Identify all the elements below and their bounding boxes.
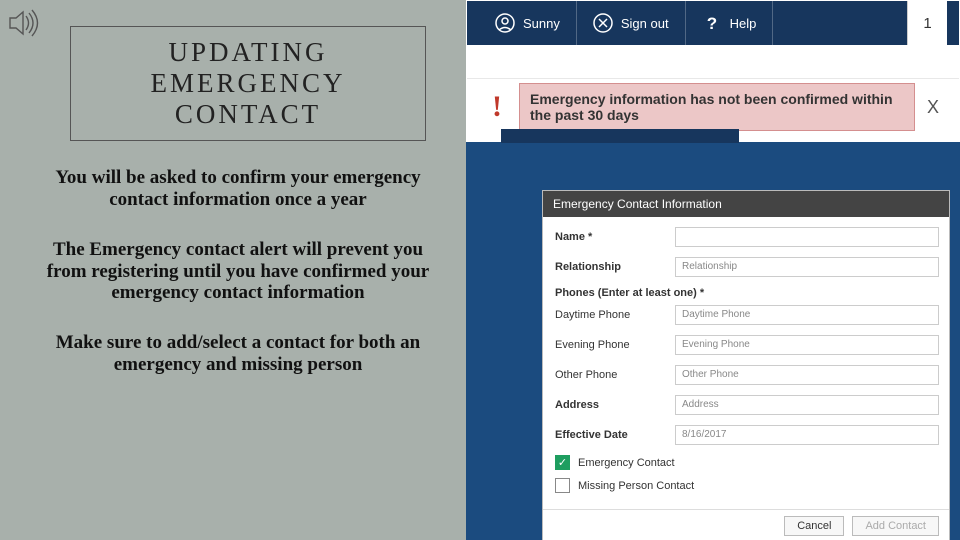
right-panel: Sunny Sign out ? Help 1 <box>466 0 960 540</box>
label-other: Other Phone <box>555 369 675 381</box>
slide-title-box: UPDATING EMERGENCY CONTACT <box>70 26 426 141</box>
label-relationship: Relationship <box>555 261 675 273</box>
nav-item-user[interactable]: Sunny <box>479 1 577 45</box>
slide-paragraph-3: Make sure to add/select a contact for bo… <box>42 332 434 376</box>
label-effective-date: Effective Date <box>555 429 675 441</box>
daytime-phone-field[interactable]: Daytime Phone <box>675 305 939 325</box>
address-field[interactable]: Address <box>675 395 939 415</box>
thin-blue-bar <box>501 129 739 143</box>
nav-bar: Sunny Sign out ? Help 1 <box>467 1 959 45</box>
nav-item-help[interactable]: ? Help <box>686 1 774 45</box>
cancel-button[interactable]: Cancel <box>784 516 844 536</box>
label-emergency-contact: Emergency Contact <box>578 457 675 469</box>
nav-label: Sunny <box>523 16 560 31</box>
label-daytime: Daytime Phone <box>555 309 675 321</box>
form-header: Emergency Contact Information <box>543 191 949 217</box>
relationship-field[interactable]: Relationship <box>675 257 939 277</box>
nav-label: Help <box>730 16 757 31</box>
checkbox-checked-icon: ✓ <box>555 455 570 470</box>
signout-icon <box>593 13 613 33</box>
name-field[interactable] <box>675 227 939 247</box>
other-phone-field[interactable]: Other Phone <box>675 365 939 385</box>
alert-exclamation-icon: ! <box>475 83 519 131</box>
add-contact-button[interactable]: Add Contact <box>852 516 939 536</box>
form-footer: Cancel Add Contact <box>543 509 949 540</box>
help-icon: ? <box>702 13 722 33</box>
blank-strip <box>467 45 959 79</box>
user-icon <box>495 13 515 33</box>
emergency-contact-checkbox-row[interactable]: ✓ Emergency Contact <box>555 455 939 470</box>
audio-icon[interactable] <box>6 6 40 45</box>
label-name: Name * <box>555 231 675 243</box>
label-phones-section: Phones (Enter at least one) * <box>555 287 939 299</box>
label-missing-person: Missing Person Contact <box>578 480 694 492</box>
slide-paragraph-2: The Emergency contact alert will prevent… <box>42 239 434 305</box>
slide-body: You will be asked to confirm your emerge… <box>40 167 436 376</box>
alert-close-button[interactable]: X <box>915 83 951 131</box>
evening-phone-field[interactable]: Evening Phone <box>675 335 939 355</box>
nav-item-signout[interactable]: Sign out <box>577 1 686 45</box>
slide-title: UPDATING EMERGENCY CONTACT <box>151 37 346 129</box>
page-number-tab[interactable]: 1 <box>907 1 947 45</box>
svg-text:?: ? <box>706 14 716 33</box>
nav-label: Sign out <box>621 16 669 31</box>
missing-person-checkbox-row[interactable]: Missing Person Contact <box>555 478 939 493</box>
page-number: 1 <box>923 15 931 32</box>
header-screenshot: Sunny Sign out ? Help 1 <box>466 0 960 142</box>
alert-row: ! Emergency information has not been con… <box>467 79 959 135</box>
checkbox-unchecked-icon <box>555 478 570 493</box>
effective-date-field[interactable]: 8/16/2017 <box>675 425 939 445</box>
emergency-contact-form: Emergency Contact Information Name * Rel… <box>542 190 950 540</box>
alert-message: Emergency information has not been confi… <box>519 83 915 131</box>
left-panel: UPDATING EMERGENCY CONTACT You will be a… <box>0 0 466 540</box>
label-evening: Evening Phone <box>555 339 675 351</box>
label-address: Address <box>555 399 675 411</box>
slide: UPDATING EMERGENCY CONTACT You will be a… <box>0 0 960 540</box>
slide-paragraph-1: You will be asked to confirm your emerge… <box>42 167 434 211</box>
